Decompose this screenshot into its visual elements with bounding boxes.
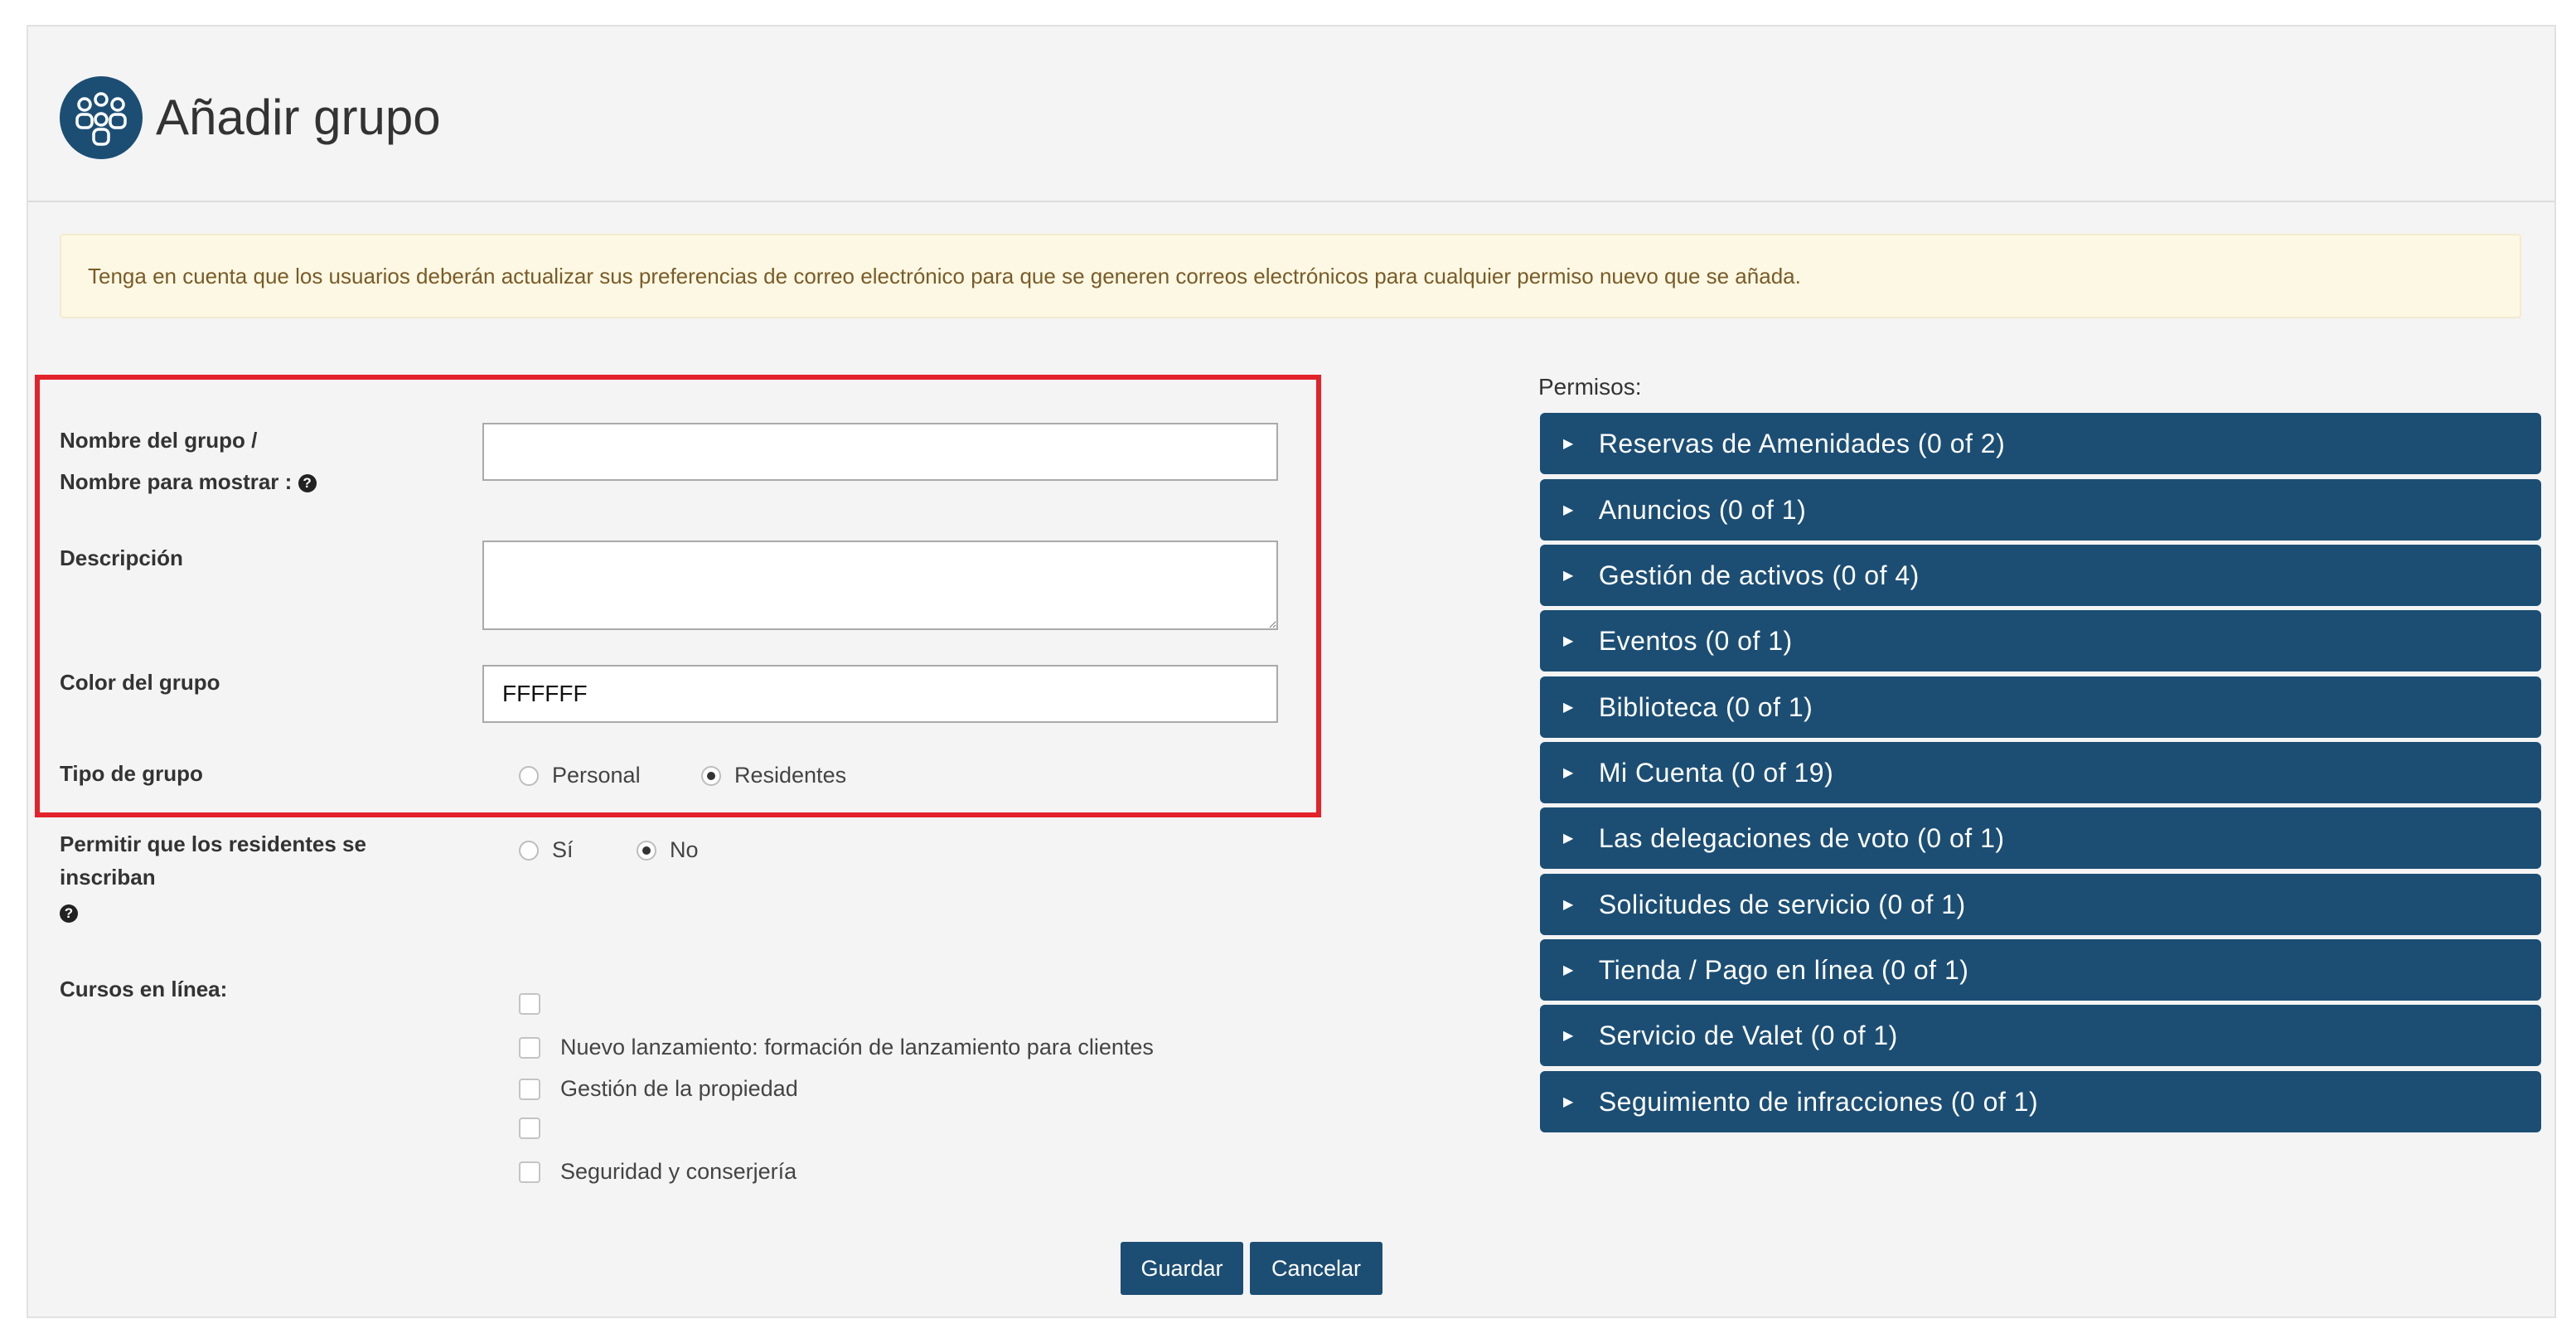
cancel-button[interactable]: Cancelar	[1250, 1242, 1382, 1295]
permission-item[interactable]: ▶ Gestión de activos (0 of 4)	[1540, 545, 2541, 606]
caret-right-icon: ▶	[1563, 437, 1574, 451]
course-item[interactable]: Gestión de la propiedad	[519, 1076, 798, 1102]
help-icon[interactable]: ?	[298, 474, 317, 493]
checkbox[interactable]	[519, 1161, 540, 1183]
radio-button-selected[interactable]	[701, 765, 721, 786]
permission-item[interactable]: ▶ Eventos (0 of 1)	[1540, 610, 2541, 672]
checkbox[interactable]	[519, 1118, 540, 1139]
allow-residents-no[interactable]: No	[637, 837, 699, 863]
page-title: Añadir grupo	[156, 90, 441, 145]
email-preferences-alert: Tenga en cuenta que los usuarios deberán…	[60, 234, 2521, 318]
courses-label: Cursos en línea:	[60, 977, 228, 1001]
group-type-residentes[interactable]: Residentes	[701, 763, 846, 788]
course-item[interactable]	[519, 993, 560, 1015]
permission-item[interactable]: ▶ Mi Cuenta (0 of 19)	[1540, 742, 2541, 803]
permission-item[interactable]: ▶ Biblioteca (0 of 1)	[1540, 676, 2541, 738]
group-icon	[60, 76, 143, 159]
add-group-panel: Añadir grupo Tenga en cuenta que los usu…	[27, 25, 2556, 1318]
checkbox[interactable]	[519, 993, 540, 1015]
permission-item[interactable]: ▶ Anuncios (0 of 1)	[1540, 479, 2541, 541]
caret-right-icon: ▶	[1563, 963, 1574, 977]
permissions-label: Permisos:	[1538, 374, 1642, 400]
checkbox[interactable]	[519, 1078, 540, 1100]
caret-right-icon: ▶	[1563, 701, 1574, 715]
group-type-label: Tipo de grupo	[60, 761, 203, 786]
checkbox[interactable]	[519, 1036, 540, 1059]
radio-button-selected[interactable]	[637, 840, 656, 861]
display-name-label: Nombre para mostrar : ?	[60, 461, 317, 502]
course-item[interactable]	[519, 1118, 560, 1139]
allow-residents-label: Permitir que los residentes se inscriban…	[60, 831, 366, 924]
course-item[interactable]: Seguridad y conserjería	[519, 1159, 797, 1185]
caret-right-icon: ▶	[1563, 503, 1574, 517]
page-header: Añadir grupo	[28, 27, 2554, 202]
permission-item[interactable]: ▶ Las delegaciones de voto (0 of 1)	[1540, 807, 2541, 869]
group-name-label: Nombre del grupo /	[60, 428, 258, 453]
permission-item[interactable]: ▶ Seguimiento de infracciones (0 of 1)	[1540, 1071, 2541, 1132]
caret-right-icon: ▶	[1563, 634, 1574, 648]
permission-item[interactable]: ▶ Tienda / Pago en línea (0 of 1)	[1540, 939, 2541, 1001]
permission-item[interactable]: ▶ Servicio de Valet (0 of 1)	[1540, 1005, 2541, 1066]
caret-right-icon: ▶	[1563, 766, 1574, 780]
group-type-personal[interactable]: Personal	[519, 763, 641, 788]
course-item[interactable]: Nuevo lanzamiento: formación de lanzamie…	[519, 1035, 1154, 1060]
caret-right-icon: ▶	[1563, 831, 1574, 846]
caret-right-icon: ▶	[1563, 898, 1574, 912]
description-label: Descripción	[60, 545, 183, 570]
allow-residents-yes[interactable]: Sí	[519, 837, 574, 863]
description-textarea[interactable]	[482, 541, 1278, 630]
caret-right-icon: ▶	[1563, 1029, 1574, 1043]
caret-right-icon: ▶	[1563, 569, 1574, 583]
permission-item[interactable]: ▶ Solicitudes de servicio (0 of 1)	[1540, 874, 2541, 935]
group-name-input[interactable]	[482, 423, 1278, 481]
radio-button[interactable]	[519, 840, 539, 861]
save-button[interactable]: Guardar	[1121, 1242, 1243, 1295]
caret-right-icon: ▶	[1563, 1095, 1574, 1109]
radio-button[interactable]	[519, 765, 539, 786]
help-icon[interactable]: ?	[60, 904, 78, 924]
alert-text: Tenga en cuenta que los usuarios deberán…	[88, 264, 1801, 288]
color-label: Color del grupo	[60, 670, 220, 695]
permission-item[interactable]: ▶ Reservas de Amenidades (0 of 2)	[1540, 413, 2541, 474]
color-input[interactable]	[482, 665, 1278, 723]
